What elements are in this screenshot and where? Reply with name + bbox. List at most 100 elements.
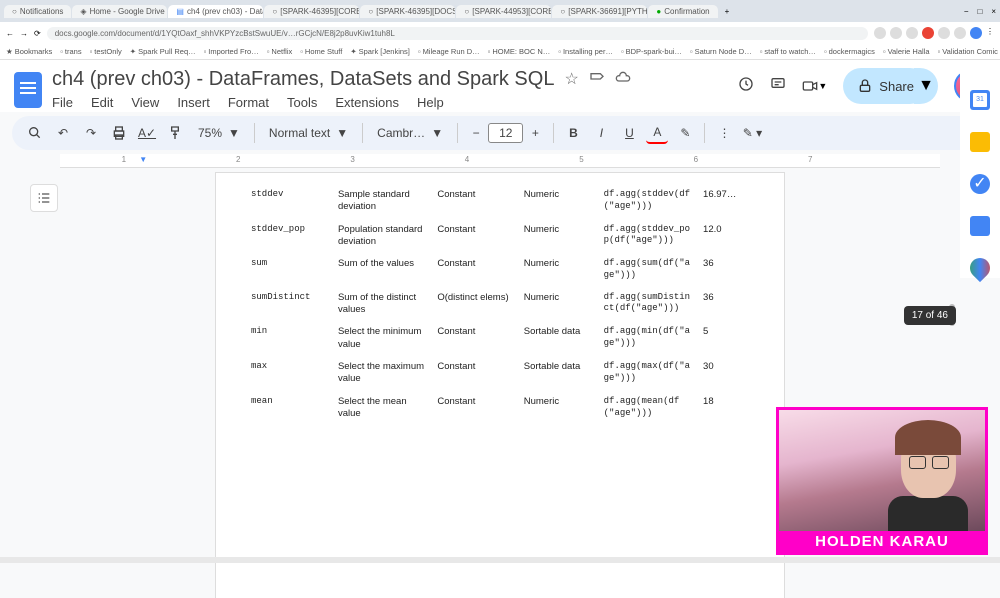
menu-icon[interactable]: ⋮ bbox=[986, 27, 994, 39]
table-cell[interactable]: 5 bbox=[700, 322, 752, 355]
document-page[interactable]: stddevSample standard deviationConstantN… bbox=[215, 172, 785, 598]
browser-tab[interactable]: ○Notifications bbox=[4, 5, 71, 18]
tasks-icon[interactable]: ✓ bbox=[970, 174, 990, 194]
ext-icon[interactable] bbox=[890, 27, 902, 39]
bookmark[interactable]: ▫ Netflix bbox=[267, 47, 293, 56]
table-cell[interactable]: Numeric bbox=[521, 185, 599, 218]
table-cell[interactable]: df.agg(sumDistinct(df("age"))) bbox=[601, 288, 698, 321]
table-cell[interactable]: min bbox=[248, 322, 333, 355]
redo-icon[interactable]: ↷ bbox=[80, 122, 102, 144]
calendar-icon[interactable]: 31 bbox=[970, 90, 990, 110]
menu-format[interactable]: Format bbox=[228, 95, 269, 110]
search-icon[interactable] bbox=[24, 122, 46, 144]
table-cell[interactable]: Numeric bbox=[521, 220, 599, 253]
highlight-icon[interactable]: ✎ bbox=[674, 122, 696, 144]
profile-icon[interactable] bbox=[970, 27, 982, 39]
table-cell[interactable]: Constant bbox=[434, 322, 518, 355]
bookmark[interactable]: ▫ Valerie Halla bbox=[883, 47, 930, 56]
menu-tools[interactable]: Tools bbox=[287, 95, 317, 110]
menu-file[interactable]: File bbox=[52, 95, 73, 110]
cloud-icon[interactable] bbox=[615, 69, 631, 90]
menu-extensions[interactable]: Extensions bbox=[335, 95, 399, 110]
table-cell[interactable]: Constant bbox=[434, 392, 518, 425]
bookmark[interactable]: ▫ dockermagics bbox=[824, 47, 875, 56]
underline-icon[interactable]: U bbox=[618, 122, 640, 144]
table-cell[interactable]: Sortable data bbox=[521, 357, 599, 390]
table-cell[interactable]: df.agg(min(df("age"))) bbox=[601, 322, 698, 355]
keep-icon[interactable] bbox=[970, 132, 990, 152]
browser-tab-active[interactable]: ▤ch4 (prev ch03) - DataF bbox=[168, 5, 263, 18]
table-cell[interactable]: Constant bbox=[434, 357, 518, 390]
bookmark[interactable]: ✦ Spark [Jenkins] bbox=[350, 47, 410, 56]
browser-tab[interactable]: ○[SPARK-44953][CORE] bbox=[456, 5, 551, 18]
fontsize-decrease[interactable]: − bbox=[466, 123, 486, 143]
table-cell[interactable]: Sum of the distinct values bbox=[335, 288, 432, 321]
share-dropdown[interactable]: ▼ bbox=[914, 68, 938, 104]
ext-icon[interactable] bbox=[954, 27, 966, 39]
nav-forward-icon[interactable]: → bbox=[20, 29, 28, 38]
table-cell[interactable]: 36 bbox=[700, 288, 752, 321]
fontsize-increase[interactable]: + bbox=[525, 123, 545, 143]
table-cell[interactable]: Constant bbox=[434, 220, 518, 253]
bookmark[interactable]: ▫ HOME: BOC N… bbox=[488, 47, 551, 56]
bottom-scrollbar[interactable] bbox=[0, 557, 1000, 563]
table-cell[interactable]: Numeric bbox=[521, 392, 599, 425]
table-cell[interactable]: 12.0 bbox=[700, 220, 752, 253]
window-max-icon[interactable]: □ bbox=[977, 7, 982, 16]
fontsize-input[interactable]: 12 bbox=[488, 123, 523, 143]
contacts-icon[interactable] bbox=[970, 216, 990, 236]
text-color-icon[interactable]: A bbox=[646, 122, 668, 144]
table-cell[interactable]: Select the minimum value bbox=[335, 322, 432, 355]
ruler[interactable]: ▼ 1 2 3 4 5 6 7 bbox=[60, 154, 940, 168]
table-cell[interactable]: Constant bbox=[434, 254, 518, 285]
paint-format-icon[interactable] bbox=[164, 122, 186, 144]
bookmark[interactable]: ▫ testOnly bbox=[90, 47, 122, 56]
table-cell[interactable]: stddev_pop bbox=[248, 220, 333, 253]
undo-icon[interactable]: ↶ bbox=[52, 122, 74, 144]
window-min-icon[interactable]: − bbox=[964, 7, 969, 16]
print-icon[interactable] bbox=[108, 122, 130, 144]
zoom-select[interactable]: 75% ▼ bbox=[192, 124, 246, 142]
bookmark[interactable]: ▫ Mileage Run D… bbox=[418, 47, 480, 56]
table-cell[interactable]: max bbox=[248, 357, 333, 390]
bookmark[interactable]: ▫ trans bbox=[60, 47, 81, 56]
table-cell[interactable]: Sample standard deviation bbox=[335, 185, 432, 218]
table-cell[interactable]: df.agg(stddev(df("age"))) bbox=[601, 185, 698, 218]
ext-icon[interactable] bbox=[922, 27, 934, 39]
table-cell[interactable]: df.agg(sum(df("age"))) bbox=[601, 254, 698, 285]
font-select[interactable]: Cambr… ▼ bbox=[371, 124, 449, 142]
table-cell[interactable]: df.agg(max(df("age"))) bbox=[601, 357, 698, 390]
table-cell[interactable]: Numeric bbox=[521, 254, 599, 285]
table-cell[interactable]: Numeric bbox=[521, 288, 599, 321]
bookmark[interactable]: ▫ staff to watch… bbox=[760, 47, 816, 56]
doc-title[interactable]: ch4 (prev ch03) - DataFrames, DataSets a… bbox=[52, 68, 554, 91]
browser-tab[interactable]: ○[SPARK-46395][DOCS] bbox=[360, 5, 455, 18]
address-bar[interactable]: docs.google.com/document/d/1YQtOaxf_shhV… bbox=[47, 27, 868, 40]
table-cell[interactable]: stddev bbox=[248, 185, 333, 218]
star-icon[interactable]: ☆ bbox=[564, 69, 578, 90]
ext-icon[interactable] bbox=[906, 27, 918, 39]
bookmark[interactable]: ▫ Installing per… bbox=[558, 47, 613, 56]
bookmark[interactable]: ▫ Imported Fro… bbox=[204, 47, 259, 56]
table-cell[interactable]: O(distinct elems) bbox=[434, 288, 518, 321]
menu-insert[interactable]: Insert bbox=[177, 95, 210, 110]
table-cell[interactable]: mean bbox=[248, 392, 333, 425]
meet-icon[interactable]: ▼ bbox=[802, 78, 827, 94]
comments-icon[interactable] bbox=[770, 76, 786, 97]
bookmark[interactable]: ★ Bookmarks bbox=[6, 47, 52, 56]
docs-logo-icon[interactable] bbox=[14, 72, 42, 108]
table-cell[interactable]: 30 bbox=[700, 357, 752, 390]
table-cell[interactable]: Constant bbox=[434, 185, 518, 218]
menu-view[interactable]: View bbox=[131, 95, 159, 110]
table-cell[interactable]: 16.97… bbox=[700, 185, 752, 218]
bookmark[interactable]: ✦ Spark Pull Req… bbox=[130, 47, 196, 56]
move-icon[interactable] bbox=[589, 69, 605, 90]
more-icon[interactable]: ⋮ bbox=[713, 122, 735, 144]
nav-reload-icon[interactable]: ⟳ bbox=[34, 29, 41, 38]
browser-tab[interactable]: ◈Home - Google Drive bbox=[72, 5, 167, 18]
browser-tab[interactable]: ○[SPARK-46395][CORE] bbox=[264, 5, 359, 18]
menu-help[interactable]: Help bbox=[417, 95, 444, 110]
table-cell[interactable]: sumDistinct bbox=[248, 288, 333, 321]
table-cell[interactable]: df.agg(mean(df("age"))) bbox=[601, 392, 698, 425]
editing-mode-icon[interactable]: ✎ ▾ bbox=[741, 122, 763, 144]
